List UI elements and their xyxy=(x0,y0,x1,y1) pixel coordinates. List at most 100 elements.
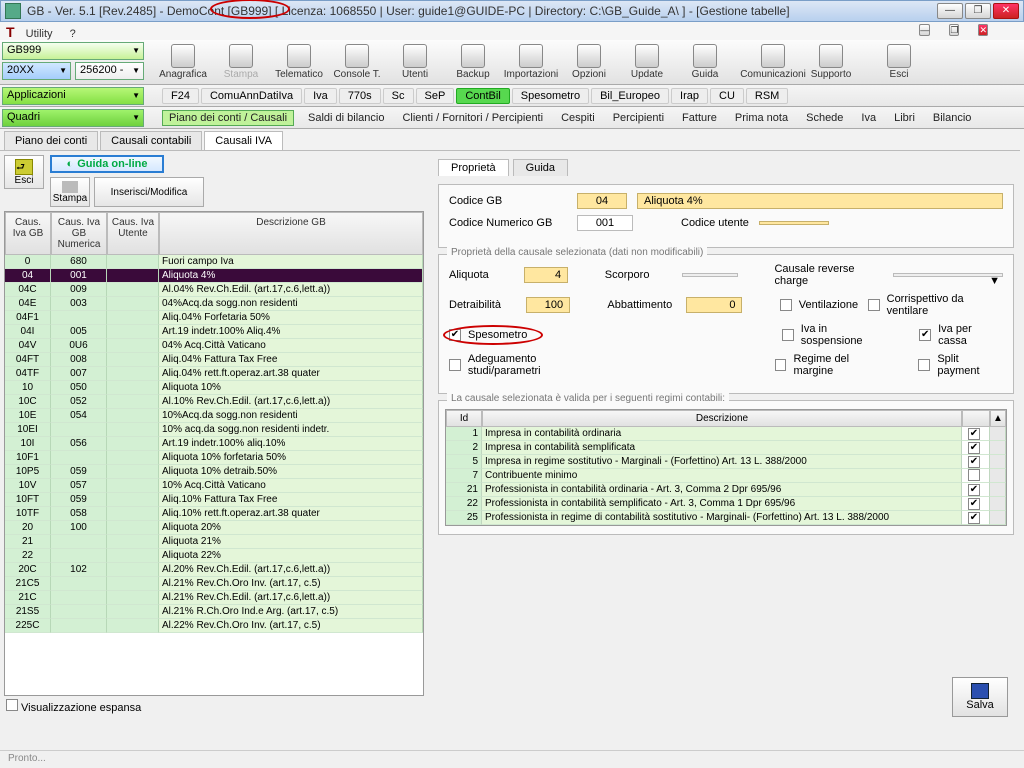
strip-contbil[interactable]: ContBil xyxy=(456,88,509,104)
grid-row[interactable]: 0680Fuori campo Iva xyxy=(5,255,423,269)
spesometro-checkbox[interactable]: ✔ xyxy=(449,329,461,341)
iva-cassa-checkbox[interactable]: ✔ xyxy=(919,329,931,341)
strip-f24[interactable]: F24 xyxy=(162,88,199,104)
stampa-button[interactable]: Stampa xyxy=(50,177,90,207)
grid-row[interactable]: 10FT059Aliq.10% Fattura Tax Free xyxy=(5,493,423,507)
regime-row[interactable]: 21Professionista in contabilità ordinari… xyxy=(446,483,1006,497)
grid-row[interactable]: 10E05410%Acq.da sogg.non residenti xyxy=(5,409,423,423)
toolbar-consolet[interactable]: Console T. xyxy=(328,40,386,84)
grid-row[interactable]: 04V0U604% Acq.Città Vaticano xyxy=(5,339,423,353)
toolbar-supporto[interactable]: Supporto xyxy=(802,40,860,84)
grid-row[interactable]: 10F1Aliquota 10% forfetaria 50% xyxy=(5,451,423,465)
guida-online-button[interactable]: ◐ Guida on-line xyxy=(50,155,164,173)
grid-row[interactable]: 10P5059Aliquota 10% detraib.50% xyxy=(5,465,423,479)
esci-button[interactable]: ⮐Esci xyxy=(4,155,44,189)
codice-combo[interactable]: 256200 - xyxy=(75,62,144,80)
toolbar-comunicazioni[interactable]: Comunicazioni xyxy=(744,40,802,84)
tab-guida[interactable]: Guida xyxy=(513,159,568,176)
toolbar-utenti[interactable]: Utenti xyxy=(386,40,444,84)
grid-row[interactable]: 10C052Al.10% Rev.Ch.Edil. (art.17,c.6,le… xyxy=(5,395,423,409)
maximize-button[interactable]: ❐ xyxy=(965,3,991,19)
iva-sospensione-checkbox[interactable] xyxy=(782,329,794,341)
subtab-8[interactable]: Iva xyxy=(855,111,882,125)
anno-combo[interactable]: 20XX xyxy=(2,62,71,80)
strip-rsm[interactable]: RSM xyxy=(746,88,788,104)
subtab-3[interactable]: Cespiti xyxy=(555,111,601,125)
strip-sep[interactable]: SeP xyxy=(416,88,455,104)
reverse-combo[interactable]: ▼ xyxy=(893,273,1003,277)
grid-row[interactable]: 10I056Art.19 indetr.100% aliq.10% xyxy=(5,437,423,451)
grid-row[interactable]: 04E00304%Acq.da sogg.non residenti xyxy=(5,297,423,311)
strip-comuanndatiiva[interactable]: ComuAnnDatiIva xyxy=(201,88,302,104)
child-restore-button[interactable]: ❐ xyxy=(949,24,959,36)
subtab-1[interactable]: Saldi di bilancio xyxy=(302,111,390,125)
toolbar-opzioni[interactable]: Opzioni xyxy=(560,40,618,84)
regime-row[interactable]: 1Impresa in contabilità ordinaria✔ xyxy=(446,427,1006,441)
quadri-combo[interactable]: Quadri xyxy=(2,109,144,127)
regime-row[interactable]: 7Contribuente minimo xyxy=(446,469,1006,483)
regimi-grid[interactable]: Id Descrizione ▲ 1Impresa in contabilità… xyxy=(445,409,1007,526)
codice-utente-input[interactable] xyxy=(759,221,829,225)
toolbar-importazioni[interactable]: Importazioni xyxy=(502,40,560,84)
col-caus-iva-utente[interactable]: Caus. Iva Utente xyxy=(107,212,159,255)
child-minimize-button[interactable]: — xyxy=(919,24,930,36)
grid-row[interactable]: 04TF007Aliq.04% rett.ft.operaz.art.38 qu… xyxy=(5,367,423,381)
strip-sc[interactable]: Sc xyxy=(383,88,414,104)
subtab-4[interactable]: Percipienti xyxy=(607,111,670,125)
menu-help[interactable]: ? xyxy=(70,28,76,40)
grid-row[interactable]: 10050Aliquota 10% xyxy=(5,381,423,395)
close-button[interactable]: ✕ xyxy=(993,3,1019,19)
salva-button[interactable]: Salva xyxy=(952,677,1008,717)
strip-770s[interactable]: 770s xyxy=(339,88,381,104)
strip-iva[interactable]: Iva xyxy=(304,88,337,104)
grid-row[interactable]: 04F1Aliq.04% Forfetaria 50% xyxy=(5,311,423,325)
ditta-combo[interactable]: GB999 xyxy=(2,42,144,60)
adeguamento-checkbox[interactable] xyxy=(449,359,461,371)
regime-row[interactable]: 25Professionista in regime di contabilit… xyxy=(446,511,1006,525)
grid-row[interactable]: 21CAl.21% Rev.Ch.Edil. (art.17,c.6,lett.… xyxy=(5,591,423,605)
causali-grid[interactable]: Caus. Iva GB Caus. Iva GB Numerica Caus.… xyxy=(4,211,424,696)
page-tab-1[interactable]: Causali contabili xyxy=(100,131,202,150)
child-close-button[interactable]: ✕ xyxy=(978,24,988,36)
toolbar-anagrafica[interactable]: Anagrafica xyxy=(154,40,212,84)
subtab-5[interactable]: Fatture xyxy=(676,111,723,125)
regime-row[interactable]: 2Impresa in contabilità semplificata✔ xyxy=(446,441,1006,455)
subtab-9[interactable]: Libri xyxy=(888,111,921,125)
strip-spesometro[interactable]: Spesometro xyxy=(512,88,589,104)
tab-proprieta[interactable]: Proprietà xyxy=(438,159,509,176)
corrispettivo-checkbox[interactable] xyxy=(868,299,880,311)
grid-row[interactable]: 04FT008Aliq.04% Fattura Tax Free xyxy=(5,353,423,367)
col-descrizione-gb[interactable]: Descrizione GB xyxy=(159,212,423,255)
grid-row[interactable]: 20100Aliquota 20% xyxy=(5,521,423,535)
regime-row[interactable]: 5Impresa in regime sostitutivo - Margina… xyxy=(446,455,1006,469)
grid-row[interactable]: 225CAl.22% Rev.Ch.Oro Inv. (art.17, c.5) xyxy=(5,619,423,633)
toolbar-update[interactable]: Update xyxy=(618,40,676,84)
minimize-button[interactable]: — xyxy=(937,3,963,19)
split-payment-checkbox[interactable] xyxy=(918,359,930,371)
toolbar-stampa[interactable]: Stampa xyxy=(212,40,270,84)
page-tab-2[interactable]: Causali IVA xyxy=(204,131,283,150)
grid-row[interactable]: 20C102Al.20% Rev.Ch.Edil. (art.17,c.6,le… xyxy=(5,563,423,577)
grid-row[interactable]: 10TF058Aliq.10% rett.ft.operaz.art.38 qu… xyxy=(5,507,423,521)
subtab-7[interactable]: Schede xyxy=(800,111,849,125)
grid-row[interactable]: 22Aliquota 22% xyxy=(5,549,423,563)
regime-margine-checkbox[interactable] xyxy=(775,359,787,371)
regime-row[interactable]: 22Professionista in contabilità semplifi… xyxy=(446,497,1006,511)
page-tab-0[interactable]: Piano dei conti xyxy=(4,131,98,150)
inserisci-modifica-button[interactable]: Inserisci/Modifica xyxy=(94,177,204,207)
menu-utility[interactable]: Utility xyxy=(26,28,53,40)
col-caus-iva-gb[interactable]: Caus. Iva GB xyxy=(5,212,51,255)
subtab-6[interactable]: Prima nota xyxy=(729,111,794,125)
grid-row[interactable]: 04C009Al.04% Rev.Ch.Edil. (art.17,c.6,le… xyxy=(5,283,423,297)
strip-cu[interactable]: CU xyxy=(710,88,744,104)
toolbar-telematico[interactable]: Telematico xyxy=(270,40,328,84)
col-caus-iva-gb-num[interactable]: Caus. Iva GB Numerica xyxy=(51,212,107,255)
grid-row[interactable]: 21C5Al.21% Rev.Ch.Oro Inv. (art.17, c.5) xyxy=(5,577,423,591)
toolbar-esci[interactable]: Esci xyxy=(870,40,928,84)
rcol-desc[interactable]: Descrizione xyxy=(482,410,962,427)
grid-row[interactable]: 10V05710% Acq.Città Vaticano xyxy=(5,479,423,493)
ventilazione-checkbox[interactable] xyxy=(780,299,792,311)
toolbar-backup[interactable]: Backup xyxy=(444,40,502,84)
toolbar-guida[interactable]: Guida xyxy=(676,40,734,84)
rcol-id[interactable]: Id xyxy=(446,410,482,427)
